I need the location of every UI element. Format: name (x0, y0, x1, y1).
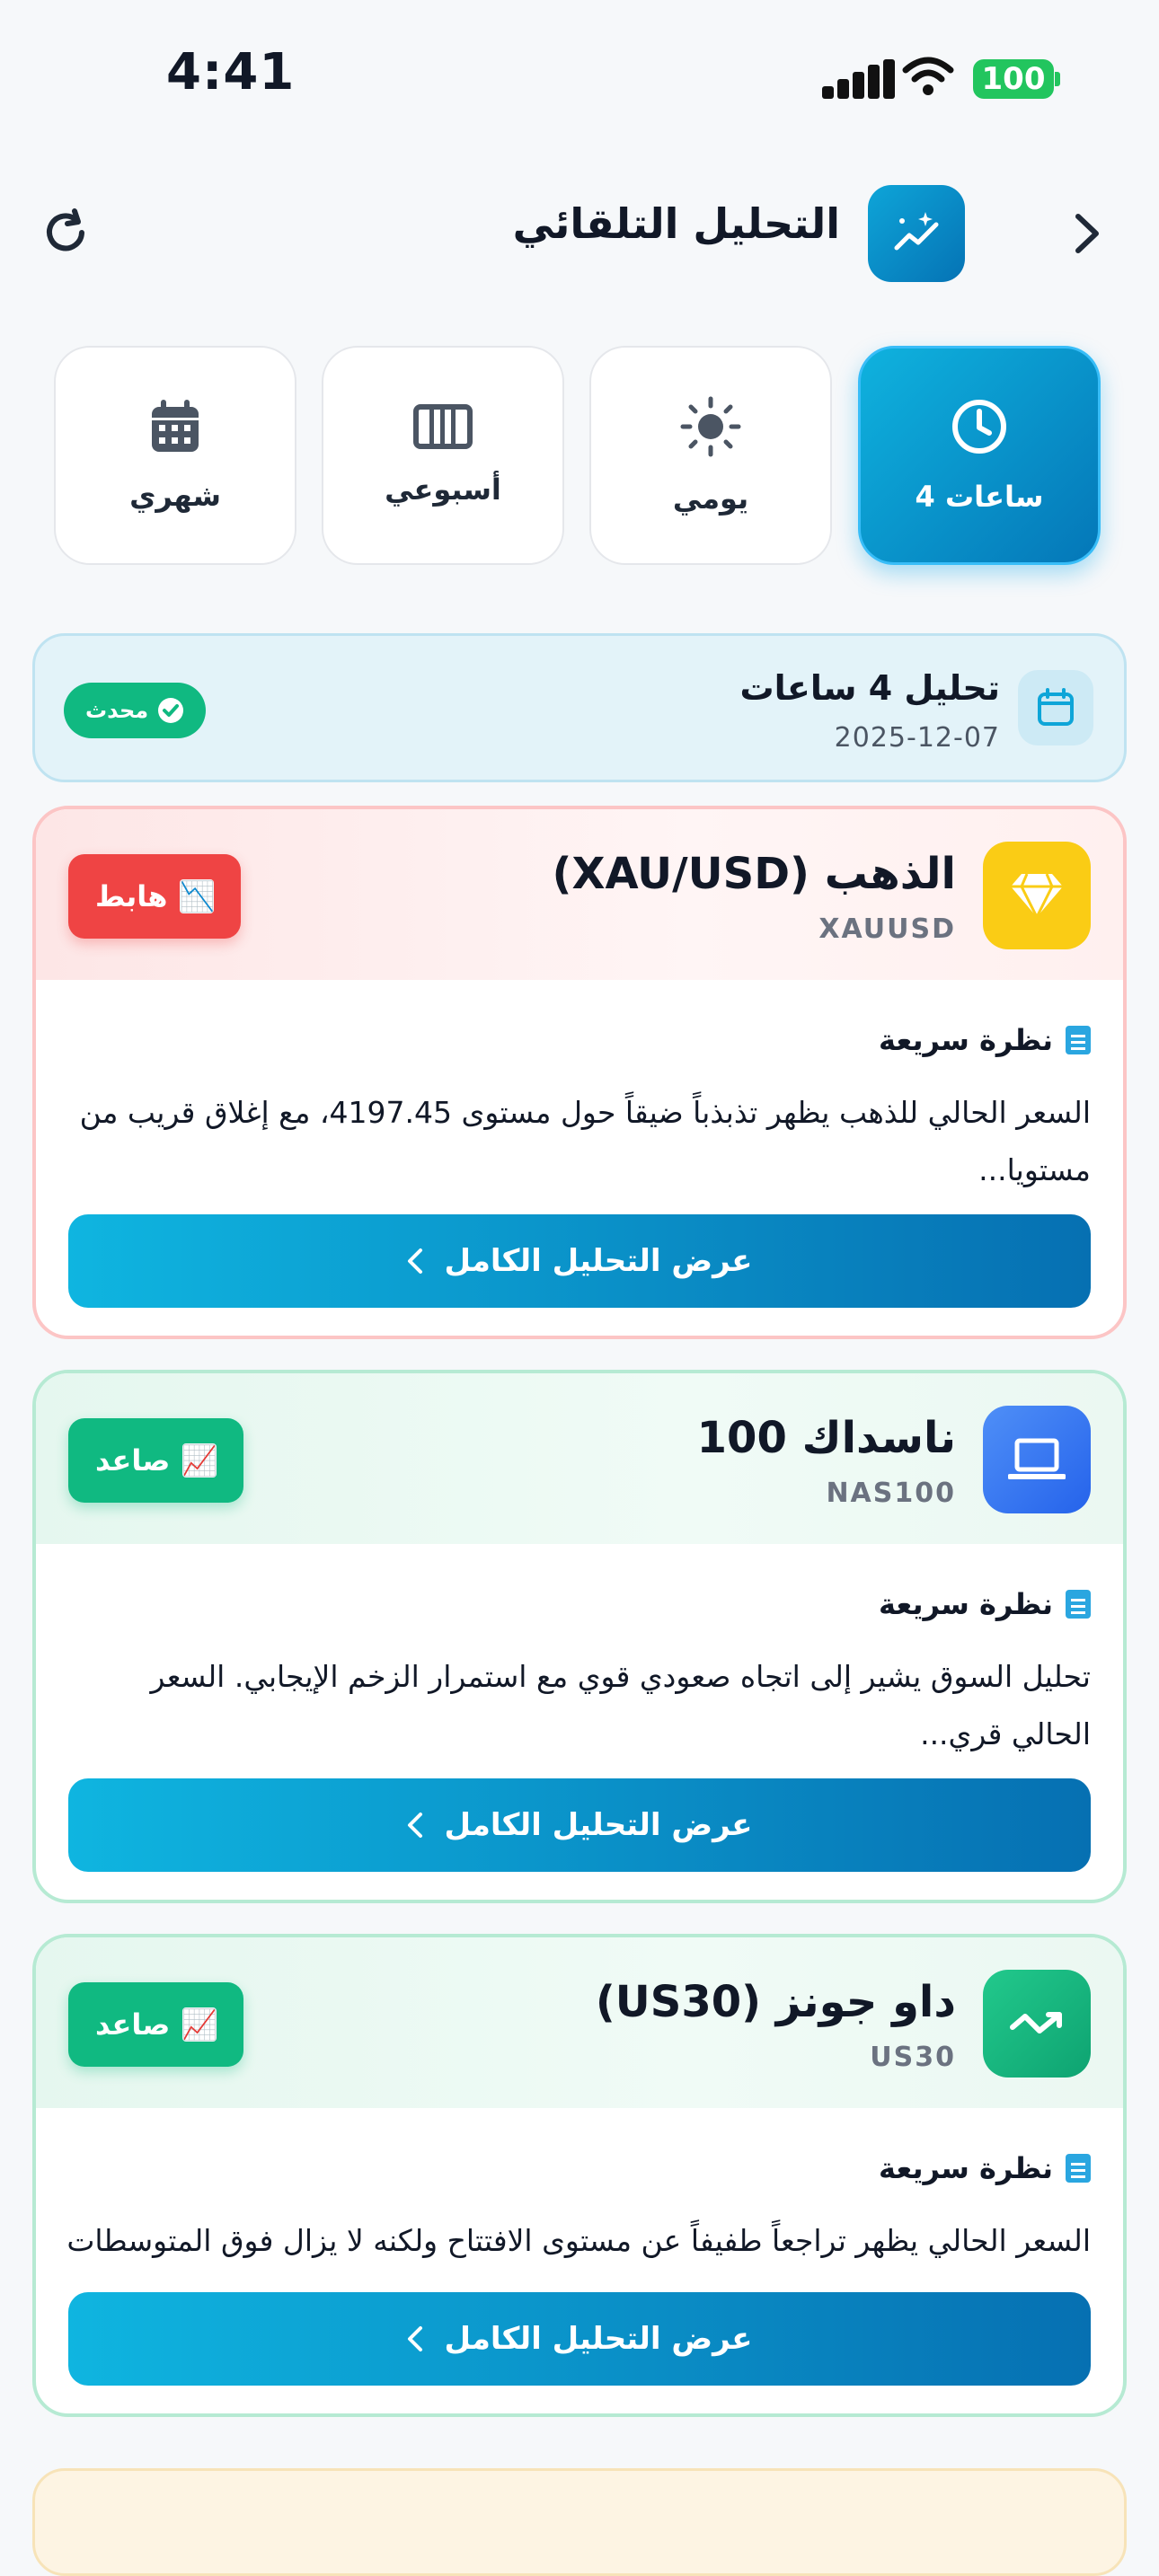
calendar-grid-icon (152, 400, 199, 452)
asset-name: داو جونز (US30) (595, 1977, 956, 2027)
cta-label: عرض التحليل الكامل (444, 1807, 753, 1843)
asset-code: NAS100 (826, 1478, 956, 1509)
quick-view-heading: نظرة سريعة (879, 1587, 1091, 1621)
cta-label: عرض التحليل الكامل (444, 2321, 753, 2357)
quick-view-label: نظرة سريعة (879, 1023, 1053, 1057)
sun-icon (680, 396, 741, 457)
trend-label: هابط (95, 879, 168, 913)
banner-title: تحليل 4 ساعات (739, 668, 1000, 708)
columns-icon (413, 404, 473, 449)
chevron-left-icon (408, 1248, 423, 1274)
asset-card-dowjones: داو جونز (US30) US30 📈 صاعد نظرة سريعة ا… (32, 1934, 1127, 2417)
tab-label: 4 ساعات (915, 480, 1044, 514)
tab-weekly[interactable]: أسبوعي (322, 346, 564, 565)
wifi-icon (902, 56, 954, 97)
page-title: التحليل التلقائي (512, 199, 840, 248)
trend-badge-up: 📈 صاعد (68, 1982, 244, 2067)
banner-date: 2025-12-07 (834, 722, 1000, 754)
status-time: 4:41 (166, 43, 296, 101)
document-icon (1066, 1026, 1091, 1054)
chevron-right-icon (1075, 214, 1099, 253)
trend-label: صاعد (95, 2007, 171, 2042)
document-icon (1066, 1590, 1091, 1619)
asset-code: US30 (870, 2042, 956, 2073)
asset-card-gold: الذهب (XAU/USD) XAUUSD 📉 هابط نظرة سريعة… (32, 806, 1127, 1339)
calendar-icon (1018, 670, 1093, 745)
check-circle-icon (158, 698, 184, 723)
back-button[interactable] (1060, 207, 1114, 260)
view-full-analysis-button[interactable]: عرض التحليل الكامل (68, 1778, 1091, 1872)
asset-card-nasdaq: ناسداك 100 NAS100 📈 صاعد نظرة سريعة تحلي… (32, 1370, 1127, 1903)
tab-daily[interactable]: يومي (589, 346, 832, 565)
trend-line-icon (983, 1970, 1091, 2078)
battery-indicator: 100 (973, 59, 1054, 99)
view-full-analysis-button[interactable]: عرض التحليل الكامل (68, 1214, 1091, 1308)
analysis-excerpt: السعر الحالي يظهر تراجعاً طفيفاً عن مستو… (66, 2223, 1091, 2258)
diamond-icon (983, 842, 1091, 949)
trend-down-icon: 📉 (179, 879, 216, 913)
clock-icon (952, 400, 1006, 454)
quick-view-label: نظرة سريعة (879, 1587, 1053, 1621)
laptop-icon (983, 1406, 1091, 1513)
updated-label: محدث (85, 698, 149, 723)
trend-badge-up: 📈 صاعد (68, 1418, 244, 1503)
tab-label: يومي (672, 481, 749, 516)
refresh-icon (47, 208, 84, 251)
analysis-excerpt: السعر الحالي للذهب يظهر تذبذباً ضيقاً حو… (79, 1095, 1091, 1187)
quick-view-heading: نظرة سريعة (879, 1023, 1091, 1057)
tab-label: شهري (129, 479, 221, 513)
asset-name: ناسداك 100 (696, 1413, 956, 1463)
trend-badge-down: 📉 هابط (68, 854, 242, 939)
trend-up-icon: 📈 (181, 2007, 218, 2042)
document-icon (1066, 2154, 1091, 2183)
asset-name: الذهب (XAU/USD) (552, 849, 956, 899)
quick-view-label: نظرة سريعة (879, 2151, 1053, 2185)
chevron-left-icon (408, 2326, 423, 2351)
sparkle-chart-icon (868, 185, 965, 282)
trend-label: صاعد (95, 1443, 171, 1478)
trend-up-icon: 📈 (181, 1443, 218, 1478)
battery-cap (1055, 72, 1060, 86)
chevron-left-icon (408, 1813, 423, 1838)
quick-view-heading: نظرة سريعة (879, 2151, 1091, 2185)
cta-label: عرض التحليل الكامل (444, 1243, 753, 1279)
disclaimer-banner (32, 2468, 1127, 2576)
tab-monthly[interactable]: شهري (54, 346, 296, 565)
asset-code: XAUUSD (818, 913, 956, 945)
refresh-button[interactable] (36, 203, 95, 262)
view-full-analysis-button[interactable]: عرض التحليل الكامل (68, 2292, 1091, 2386)
tab-4h[interactable]: 4 ساعات (858, 346, 1101, 565)
cellular-signal-icon (822, 59, 896, 99)
updated-badge: محدث (64, 683, 207, 738)
analysis-info-banner: تحليل 4 ساعات 2025-12-07 محدث (32, 633, 1127, 782)
tab-label: أسبوعي (385, 472, 501, 507)
analysis-excerpt: تحليل السوق يشير إلى اتجاه صعودي قوي مع … (150, 1659, 1091, 1751)
